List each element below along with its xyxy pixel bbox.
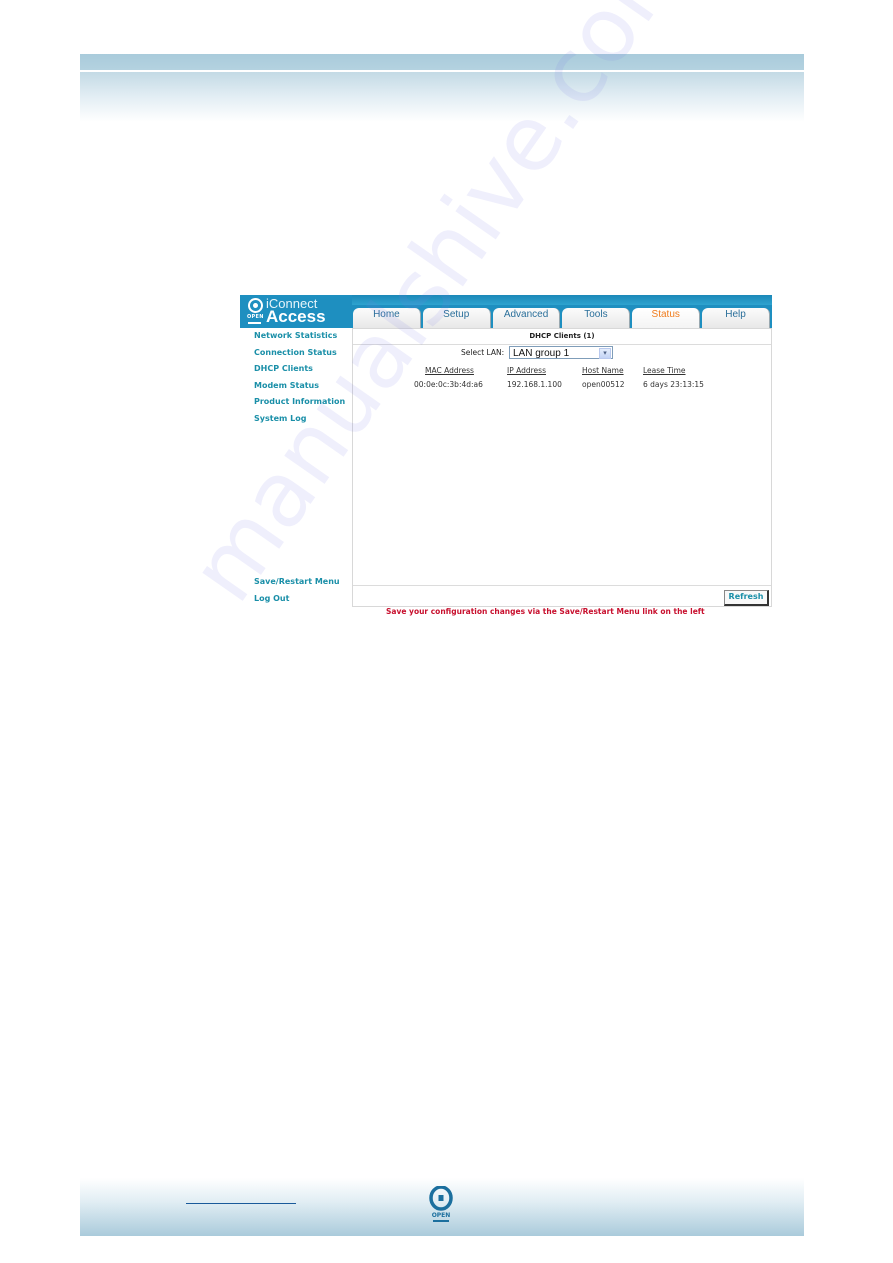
table-cell-lease: 6 days 23:13:15 <box>643 380 704 389</box>
sidebar-item-dhcp-clients[interactable]: DHCP Clients <box>254 363 354 380</box>
sidebar-item-log-out[interactable]: Log Out <box>254 593 340 610</box>
brand-line2: Access <box>266 307 326 326</box>
page-header-band <box>80 54 804 70</box>
app-header: OPEN iConnect Access Home Setup Advanced… <box>240 295 772 328</box>
footer-link-underline[interactable] <box>186 1203 296 1204</box>
tab-status[interactable]: Status <box>632 308 701 328</box>
footer-logo-text: OPEN <box>432 1212 451 1219</box>
table-cell-ip: 192.168.1.100 <box>507 380 562 389</box>
main-tabs: Home Setup Advanced Tools Status Help <box>353 308 772 328</box>
page-header-fade <box>80 72 804 122</box>
lan-select-value: LAN group 1 <box>513 348 570 359</box>
tab-advanced[interactable]: Advanced <box>492 308 561 328</box>
dhcp-clients-panel: DHCP Clients (1) Select LAN: LAN group 1… <box>352 328 772 607</box>
sidebar-item-network-statistics[interactable]: Network Statistics <box>254 330 354 347</box>
brand-logo: OPEN iConnect Access <box>240 295 352 328</box>
open-logo-icon <box>248 298 263 313</box>
table-cell-host: open00512 <box>582 380 625 389</box>
tab-tools[interactable]: Tools <box>562 308 631 328</box>
tab-setup[interactable]: Setup <box>422 308 491 328</box>
tab-help[interactable]: Help <box>702 308 770 328</box>
sidebar-item-connection-status[interactable]: Connection Status <box>254 347 354 364</box>
panel-footer-divider <box>353 585 771 586</box>
sidebar-menu: Network Statistics Connection Status DHC… <box>254 330 354 429</box>
lan-select[interactable]: LAN group 1 ▾ <box>509 346 613 359</box>
panel-title: DHCP Clients (1) <box>353 329 771 345</box>
brand-logo-mini-text: OPEN <box>247 314 264 320</box>
column-header-ip: IP Address <box>507 366 546 375</box>
sidebar-item-product-information[interactable]: Product Information <box>254 396 354 413</box>
column-header-lease: Lease Time <box>643 366 686 375</box>
tab-home[interactable]: Home <box>353 308 421 328</box>
router-admin-app: OPEN iConnect Access Home Setup Advanced… <box>240 295 772 616</box>
table-cell-mac: 00:0e:0c:3b:4d:a6 <box>414 380 483 389</box>
logo-bar <box>248 322 261 324</box>
sidebar-bottom-menu: Save/Restart Menu Log Out <box>254 576 340 609</box>
sidebar-item-system-log[interactable]: System Log <box>254 413 354 430</box>
save-config-note: Save your configuration changes via the … <box>386 607 705 616</box>
sidebar-item-save-restart-menu[interactable]: Save/Restart Menu <box>254 576 340 593</box>
refresh-button[interactable]: Refresh <box>724 590 769 606</box>
select-lan-label: Select LAN: <box>461 348 505 357</box>
column-header-host: Host Name <box>582 366 624 375</box>
column-header-mac: MAC Address <box>425 366 474 375</box>
sidebar-item-modem-status[interactable]: Modem Status <box>254 380 354 397</box>
chevron-down-icon[interactable]: ▾ <box>599 348 611 359</box>
open-footer-logo-icon: OPEN <box>429 1186 453 1222</box>
